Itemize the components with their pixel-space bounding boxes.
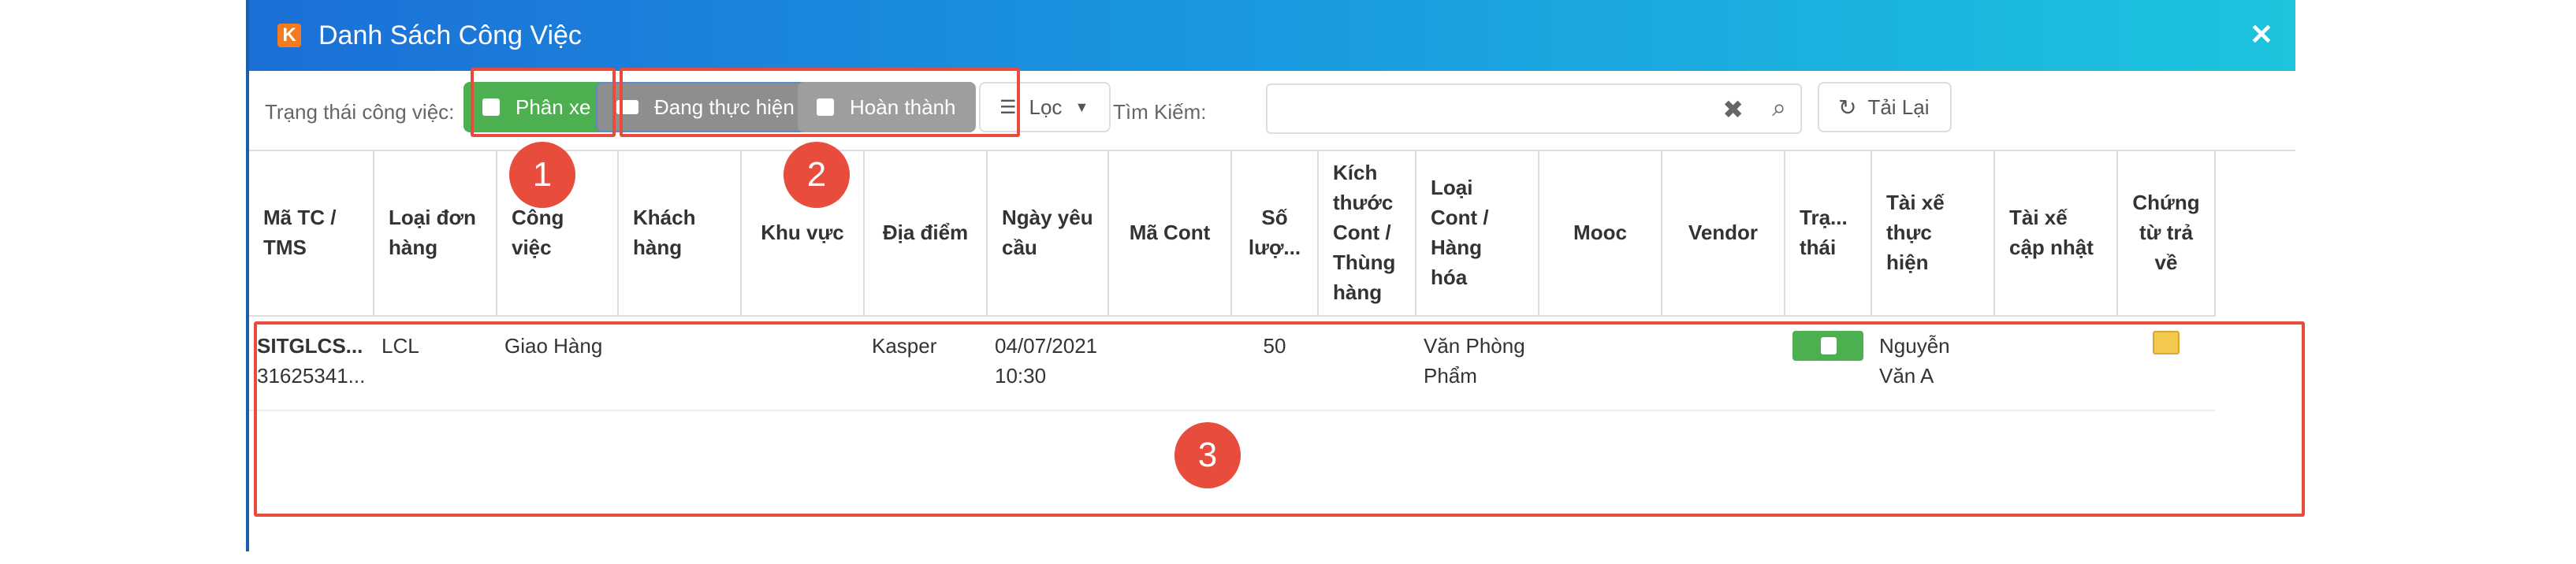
col-header-order-type[interactable]: Loại đơn hàng [374, 150, 497, 317]
reload-label: Tải Lại [1867, 95, 1930, 119]
col-header-cargo[interactable]: Loại Cont / Hàng hóa [1416, 150, 1539, 317]
col-header-documents[interactable]: Chứng từ trả về [2117, 150, 2216, 317]
close-icon[interactable]: ✕ [2250, 20, 2273, 49]
filter-label: Lọc [1029, 95, 1063, 119]
title-bar: K Danh Sách Công Việc ✕ [249, 0, 2295, 71]
reload-button[interactable]: ↻ Tải Lại [1818, 82, 1952, 132]
chevron-down-icon: ▼ [1074, 98, 1089, 115]
clear-icon[interactable]: ✖ [1722, 95, 1744, 124]
app-logo-icon: K [277, 24, 301, 47]
col-header-customer[interactable]: Khách hàng [618, 150, 742, 317]
col-header-qty[interactable]: Số lượ... [1231, 150, 1319, 317]
col-header-vendor[interactable]: Vendor [1662, 150, 1785, 317]
col-header-code[interactable]: Mã TC / TMS [249, 150, 374, 317]
annotation-marker-1: 1 [509, 142, 575, 208]
col-header-location[interactable]: Địa điểm [864, 150, 988, 317]
search-icon[interactable]: ⌕ [1772, 93, 1786, 123]
annotation-marker-3: 3 [1174, 422, 1241, 488]
col-header-driver-update[interactable]: Tài xế cập nhật [1994, 150, 2118, 317]
window-title: Danh Sách Công Việc [318, 20, 582, 50]
col-header-status[interactable]: Trạ... thái [1785, 150, 1872, 317]
search-label: Tìm Kiếm: [1113, 100, 1207, 124]
col-header-date[interactable]: Ngày yêu cầu [987, 150, 1109, 317]
reload-icon: ↻ [1838, 95, 1857, 120]
search-input[interactable]: ✖ ⌕ [1266, 83, 1802, 134]
col-header-cont[interactable]: Mã Cont [1108, 150, 1232, 317]
col-header-mooc[interactable]: Mooc [1539, 150, 1662, 317]
status-label: Trạng thái công việc: [265, 100, 455, 124]
col-header-driver[interactable]: Tài xế thực hiện [1871, 150, 1995, 317]
col-header-size[interactable]: Kích thước Cont / Thùng hàng [1318, 150, 1416, 317]
annotation-marker-2: 2 [784, 142, 850, 208]
highlight-box-1 [471, 68, 616, 137]
highlight-box-3 [254, 321, 2305, 517]
highlight-box-2 [620, 68, 1020, 137]
